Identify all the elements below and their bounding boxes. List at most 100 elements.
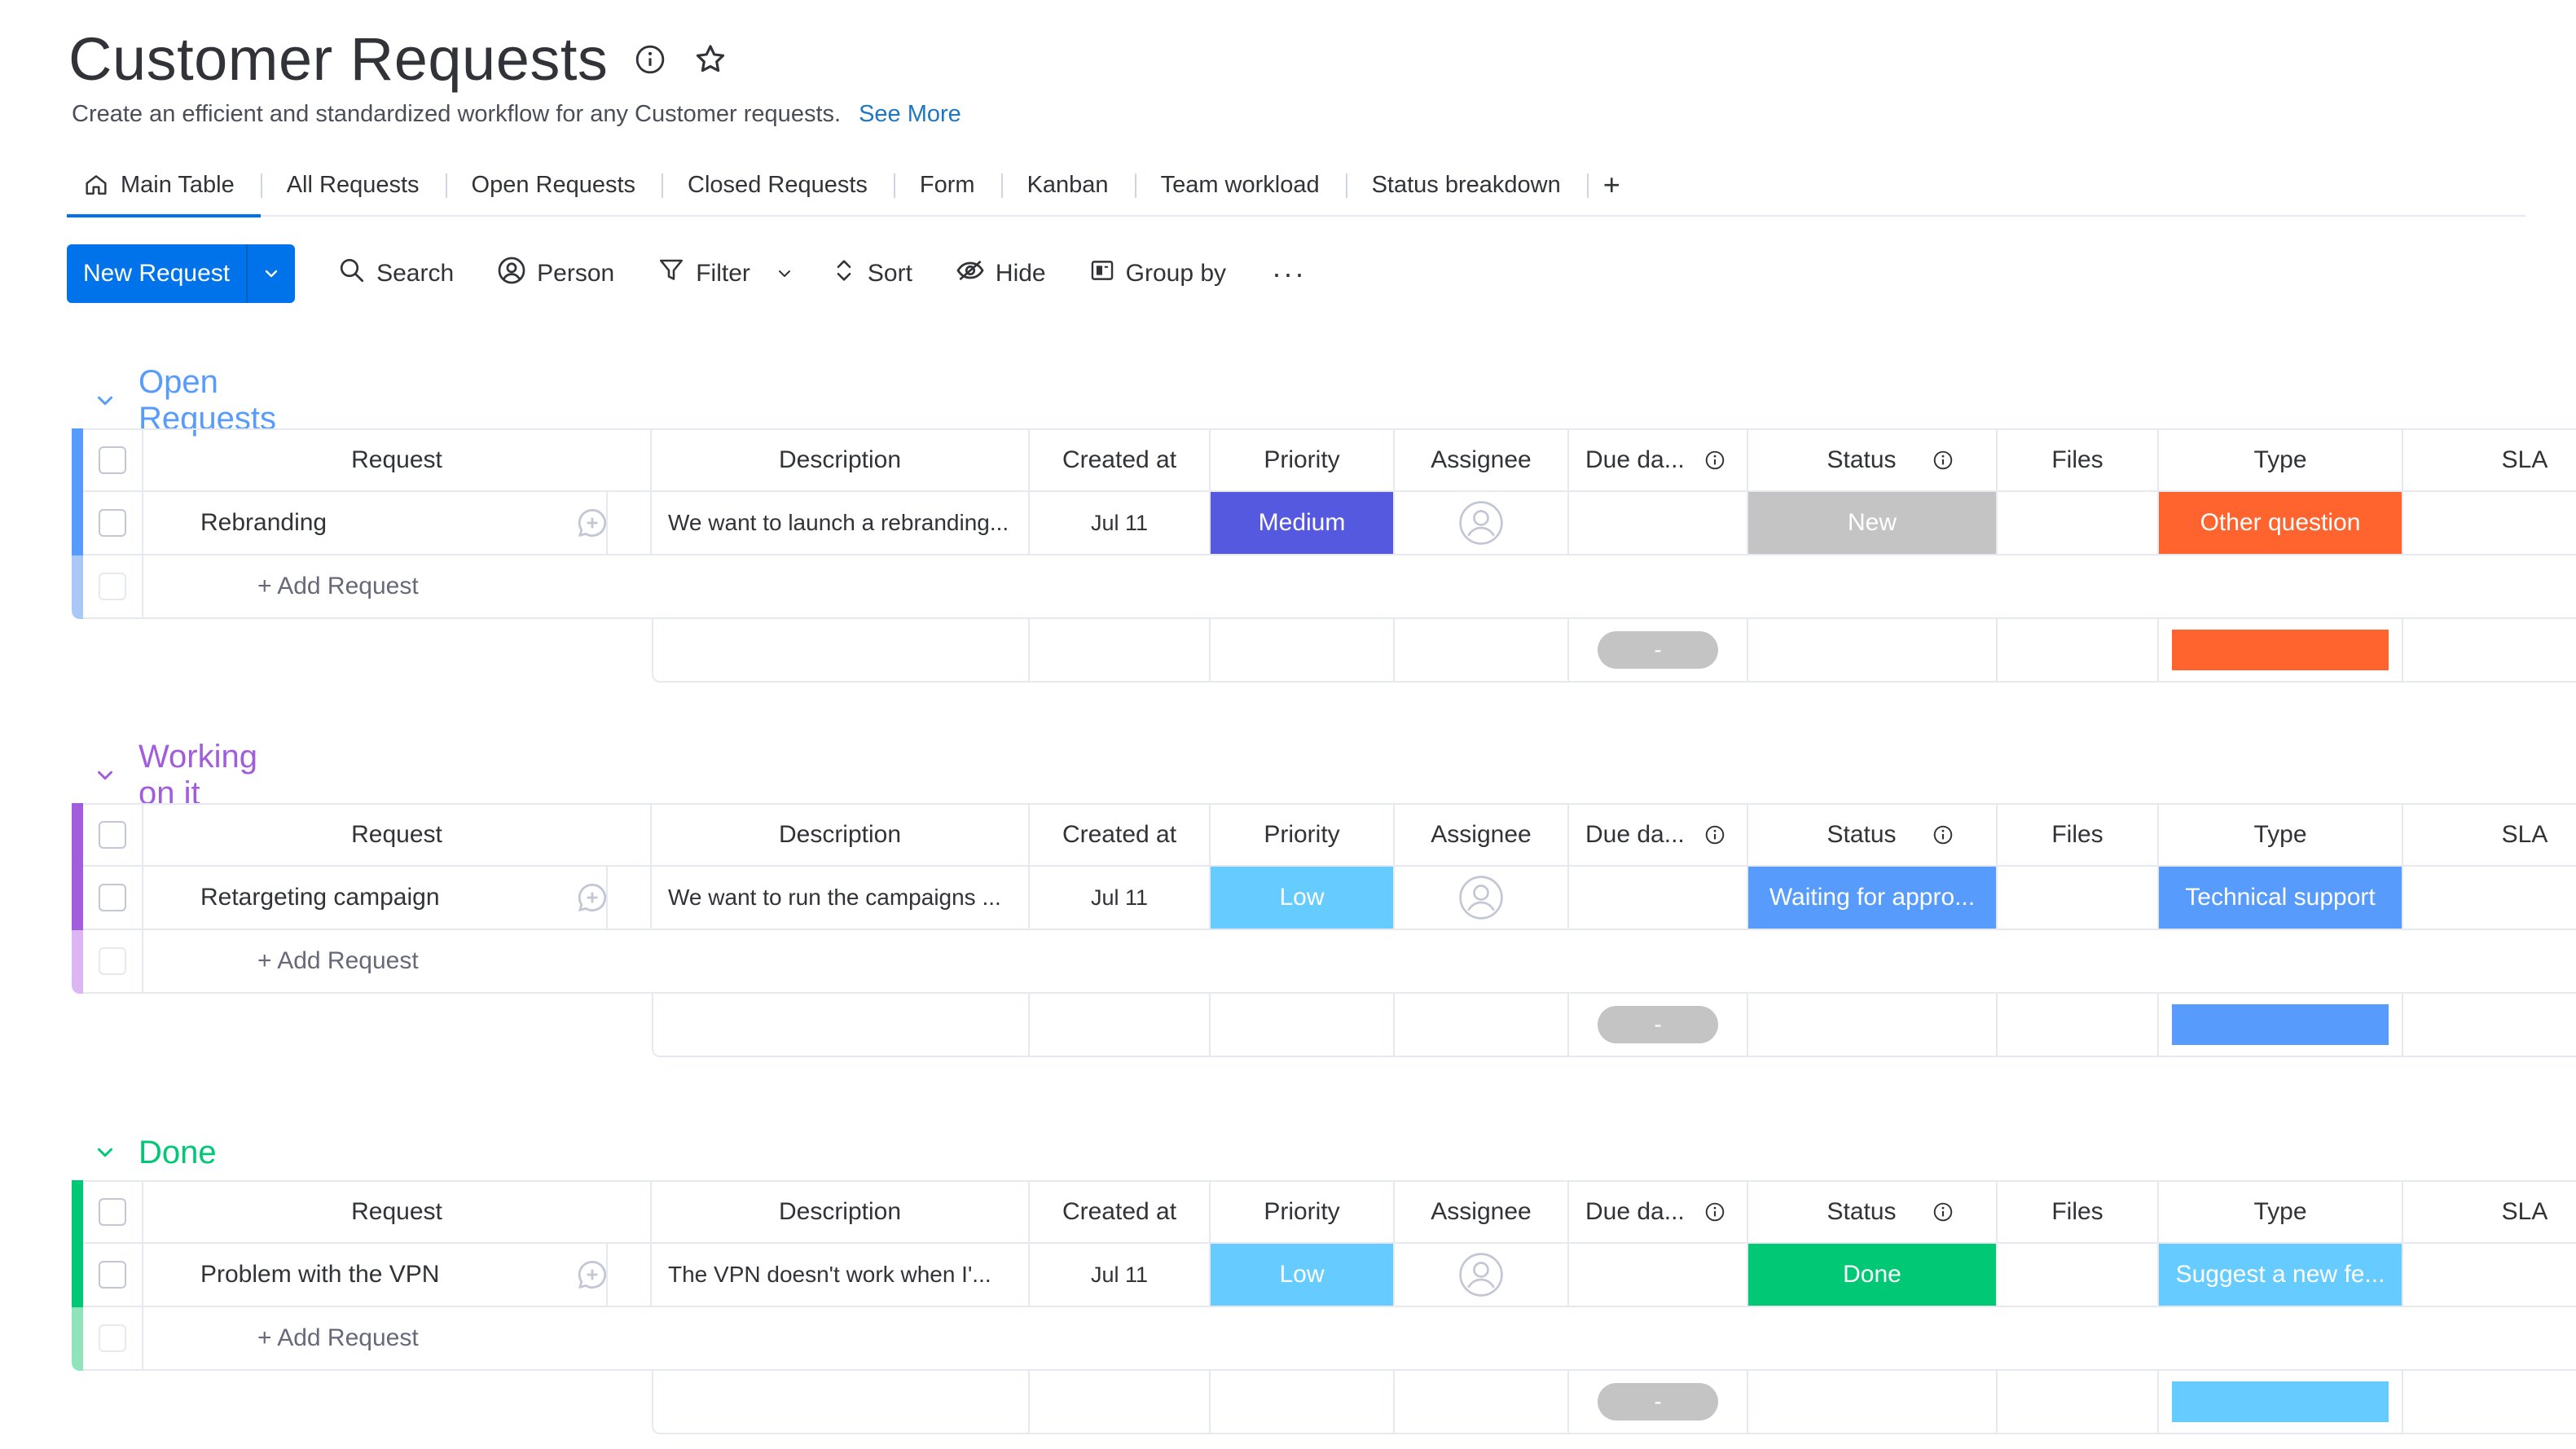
add-request-input[interactable]: + Add Request — [257, 1324, 419, 1352]
group-header[interactable]: Done — [93, 1128, 217, 1177]
info-icon[interactable] — [1704, 824, 1725, 845]
info-icon[interactable] — [632, 42, 668, 77]
select-all-cell[interactable] — [83, 1180, 143, 1244]
tab-all-requests[interactable]: All Requests — [260, 154, 446, 216]
info-icon[interactable] — [1704, 450, 1725, 471]
column-header-type[interactable]: Type — [2159, 803, 2403, 867]
column-header-request[interactable]: Request — [143, 803, 652, 867]
column-header-assignee[interactable]: Assignee — [1395, 803, 1569, 867]
sort-button[interactable]: Sort — [830, 257, 912, 291]
row-select-cell[interactable] — [83, 492, 143, 555]
chevron-down-icon[interactable] — [93, 763, 117, 788]
column-header-request[interactable]: Request — [143, 1180, 652, 1244]
column-header-files[interactable]: Files — [1998, 803, 2159, 867]
see-more-link[interactable]: See More — [859, 101, 961, 128]
select-all-cell[interactable] — [83, 428, 143, 492]
chevron-down-icon[interactable] — [246, 244, 295, 303]
column-header-status[interactable]: Status — [1748, 428, 1998, 492]
description-cell[interactable]: The VPN doesn't work when I'... — [652, 1244, 1030, 1307]
column-header-type[interactable]: Type — [2159, 1180, 2403, 1244]
add-request-cell[interactable]: + Add Request — [143, 930, 2576, 994]
hide-button[interactable]: Hide — [955, 255, 1046, 292]
tab-main-table[interactable]: Main Table — [67, 154, 261, 217]
group-title[interactable]: Open Requests — [138, 364, 276, 437]
status-cell[interactable]: New — [1748, 492, 1998, 555]
row-select-cell[interactable] — [83, 1244, 143, 1307]
request-name[interactable]: Rebranding — [200, 509, 327, 537]
assignee-cell[interactable] — [1395, 1244, 1569, 1307]
add-update-cell[interactable] — [534, 867, 652, 930]
priority-cell[interactable]: Medium — [1211, 492, 1395, 555]
priority-cell[interactable]: Low — [1211, 1244, 1395, 1307]
created-at-cell[interactable]: Jul 11 — [1030, 867, 1211, 930]
column-header-created-at[interactable]: Created at — [1030, 1180, 1211, 1244]
select-all-checkbox[interactable] — [99, 446, 126, 474]
add-comment-icon[interactable] — [574, 1257, 610, 1293]
filter-button[interactable]: Filter — [657, 256, 794, 292]
column-header-description[interactable]: Description — [652, 1180, 1030, 1244]
created-at-cell[interactable]: Jul 11 — [1030, 492, 1211, 555]
avatar[interactable] — [1457, 1251, 1505, 1298]
column-header-due-date[interactable]: Due da... — [1569, 428, 1748, 492]
assignee-cell[interactable] — [1395, 867, 1569, 930]
status-cell[interactable]: Done — [1748, 1244, 1998, 1307]
add-update-cell[interactable] — [534, 1244, 652, 1307]
tab-team-workload[interactable]: Team workload — [1134, 154, 1346, 216]
type-cell[interactable]: Other question — [2159, 492, 2403, 555]
column-header-created-at[interactable]: Created at — [1030, 428, 1211, 492]
group-title[interactable]: Done — [138, 1135, 217, 1171]
due-date-summary[interactable]: - — [1598, 631, 1718, 669]
column-header-priority[interactable]: Priority — [1211, 428, 1395, 492]
tab-kanban[interactable]: Kanban — [1000, 154, 1135, 216]
tab-closed-requests[interactable]: Closed Requests — [662, 154, 894, 216]
add-request-input[interactable]: + Add Request — [257, 947, 419, 975]
files-cell[interactable] — [1998, 1244, 2159, 1307]
column-header-assignee[interactable]: Assignee — [1395, 1180, 1569, 1244]
sla-cell[interactable]: 8 Hr — [2403, 1244, 2576, 1307]
group-by-button[interactable]: Group by — [1088, 257, 1226, 291]
created-at-cell[interactable]: Jul 11 — [1030, 1244, 1211, 1307]
info-icon[interactable] — [1704, 1201, 1725, 1223]
tab-form[interactable]: Form — [893, 154, 1001, 216]
group-title[interactable]: Working on it — [138, 739, 257, 812]
description-cell[interactable]: We want to launch a rebranding... — [652, 492, 1030, 555]
chevron-down-icon[interactable] — [93, 1140, 117, 1165]
search-button[interactable]: Search — [337, 256, 454, 292]
column-header-priority[interactable]: Priority — [1211, 1180, 1395, 1244]
info-icon[interactable] — [1932, 824, 1954, 845]
row-checkbox[interactable] — [99, 1261, 126, 1289]
column-header-status[interactable]: Status — [1748, 1180, 1998, 1244]
person-filter-button[interactable]: Person — [496, 255, 614, 292]
avatar[interactable] — [1457, 874, 1505, 921]
chevron-down-icon[interactable] — [775, 264, 794, 283]
column-header-due-date[interactable]: Due da... — [1569, 803, 1748, 867]
row-checkbox[interactable] — [99, 884, 126, 911]
type-distribution-bar[interactable] — [2172, 1004, 2389, 1045]
assignee-cell[interactable] — [1395, 492, 1569, 555]
sla-cell[interactable] — [2403, 492, 2576, 555]
type-cell[interactable]: Suggest a new fe... — [2159, 1244, 2403, 1307]
row-checkbox[interactable] — [99, 509, 126, 537]
sla-cell[interactable]: 8 Hr — [2403, 867, 2576, 930]
column-header-files[interactable]: Files — [1998, 1180, 2159, 1244]
description-cell[interactable]: We want to run the campaigns ... — [652, 867, 1030, 930]
add-request-cell[interactable]: + Add Request — [143, 555, 2576, 619]
group-header[interactable]: Open Requests — [93, 364, 276, 437]
column-header-description[interactable]: Description — [652, 428, 1030, 492]
column-header-request[interactable]: Request — [143, 428, 652, 492]
add-comment-icon[interactable] — [574, 880, 610, 916]
new-request-button[interactable]: New Request — [67, 244, 296, 303]
type-cell[interactable]: Technical support — [2159, 867, 2403, 930]
row-select-cell[interactable] — [83, 867, 143, 930]
info-icon[interactable] — [1932, 1201, 1954, 1223]
due-date-summary[interactable]: - — [1598, 1006, 1718, 1043]
column-header-files[interactable]: Files — [1998, 428, 2159, 492]
select-all-checkbox[interactable] — [99, 1198, 126, 1226]
add-comment-icon[interactable] — [574, 505, 610, 541]
files-cell[interactable] — [1998, 492, 2159, 555]
due-date-cell[interactable] — [1569, 1244, 1748, 1307]
due-date-summary[interactable]: - — [1598, 1383, 1718, 1420]
priority-cell[interactable]: Low — [1211, 867, 1395, 930]
column-header-assignee[interactable]: Assignee — [1395, 428, 1569, 492]
more-options-icon[interactable]: ··· — [1272, 257, 1306, 291]
